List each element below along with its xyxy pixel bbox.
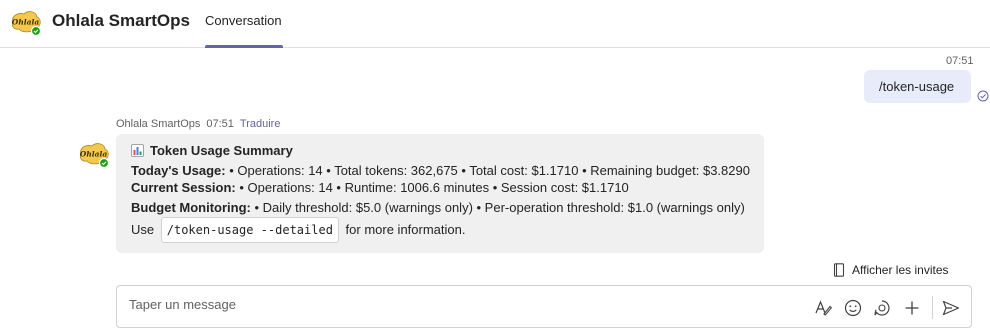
message-composer <box>116 285 972 328</box>
bot-message-meta: Ohlala SmartOps 07:51 Traduire <box>116 118 280 130</box>
tab-active-indicator <box>205 45 283 48</box>
format-icon[interactable] <box>813 298 833 318</box>
usage-hint-line: Use /token-usage --detailed for more inf… <box>131 217 465 243</box>
bot-avatar: Ohlala <box>80 143 110 168</box>
usage-hint-prefix: Use <box>131 222 155 237</box>
app-header: Ohlala Ohlala SmartOps Conversation <box>0 0 990 48</box>
usage-hint-suffix: for more information. <box>345 222 466 237</box>
budget-monitoring-label: Budget Monitoring: <box>131 200 251 215</box>
show-invites-button[interactable]: Afficher les invites <box>833 263 949 277</box>
todays-usage-label: Today's Usage: <box>131 163 226 178</box>
composer-divider <box>932 296 933 319</box>
current-session-label: Current Session: <box>131 180 236 195</box>
card-title: Token Usage Summary <box>131 143 293 158</box>
translate-link[interactable]: Traduire <box>240 118 281 130</box>
tab-conversation[interactable]: Conversation <box>205 13 282 28</box>
card-title-text: Token Usage Summary <box>150 143 293 158</box>
bot-message-card: Token Usage Summary Today's Usage: • Ope… <box>116 134 764 253</box>
user-message-bubble: /token-usage <box>864 70 971 103</box>
budget-monitoring-text: • Daily threshold: $5.0 (warnings only) … <box>250 200 745 215</box>
loop-icon[interactable] <box>872 298 892 318</box>
notebook-icon <box>833 263 845 277</box>
app-title: Ohlala SmartOps <box>52 11 190 30</box>
user-message-time: 07:51 <box>946 55 974 67</box>
current-session-text: • Operations: 14 • Runtime: 1006.6 minut… <box>235 180 629 195</box>
read-receipt-icon <box>977 90 989 102</box>
emoji-icon[interactable] <box>843 298 863 318</box>
todays-usage-line: Today's Usage: • Operations: 14 • Total … <box>131 163 750 178</box>
show-invites-label: Afficher les invites <box>852 263 949 277</box>
avatar-wordmark: Ohlala <box>80 150 108 159</box>
message-input[interactable] <box>129 297 779 312</box>
budget-monitoring-line: Budget Monitoring: • Daily threshold: $5… <box>131 200 745 215</box>
plus-icon[interactable] <box>902 298 922 318</box>
bot-sender-name: Ohlala SmartOps <box>116 118 201 130</box>
todays-usage-text: • Operations: 14 • Total tokens: 362,675… <box>225 163 750 178</box>
command-code: /token-usage --detailed <box>160 217 339 243</box>
bot-message-time: 07:51 <box>206 118 234 130</box>
bar-chart-icon <box>131 144 144 157</box>
send-icon[interactable] <box>941 298 961 318</box>
ohlala-logo-icon: Ohlala <box>12 11 42 36</box>
logo-wordmark: Ohlala <box>12 18 40 27</box>
current-session-line: Current Session: • Operations: 14 • Runt… <box>131 180 629 195</box>
